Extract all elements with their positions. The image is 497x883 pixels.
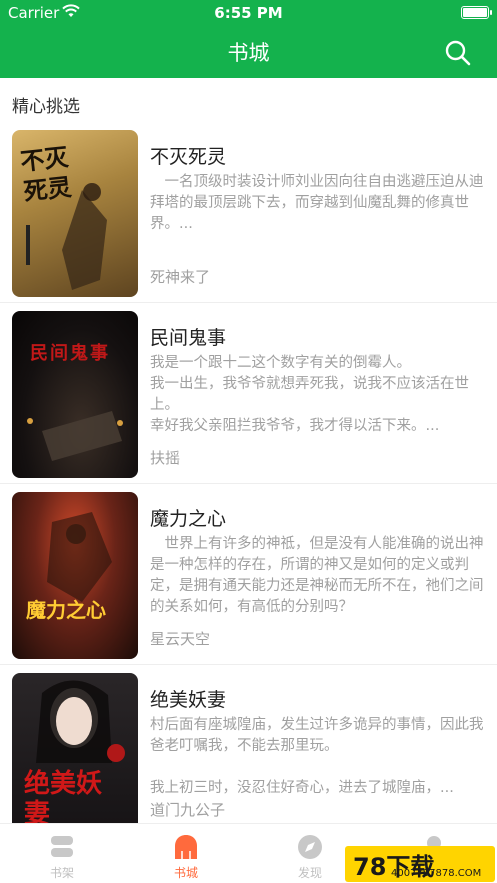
bookshelf-icon	[51, 836, 73, 857]
section-title: 精心挑选	[12, 97, 80, 117]
book-item[interactable]: 不灭死灵 不灭死灵 一名顶级时装设计师刘业因向往自由逃避压迫从迪拜塔的最顶层跳下…	[0, 122, 497, 303]
search-icon[interactable]	[443, 38, 473, 68]
book-item[interactable]: 魔力之心 魔力之心 世界上有许多的神祗，但是没有人能准确的说出神是一种怎样的存在…	[0, 484, 497, 665]
tab-bookshelf[interactable]: 书架	[0, 824, 124, 883]
book-item[interactable]: 绝美妖妻 绝美妖妻 村后面有座城隍庙，发生过许多诡异的事情，因此我爸老叮嘱我，不…	[0, 665, 497, 846]
book-title: 民间鬼事	[150, 327, 227, 349]
book-cover[interactable]: 不灭死灵	[12, 130, 138, 297]
book-author: 道门九公子	[150, 801, 226, 819]
book-list: 不灭死灵 不灭死灵 一名顶级时装设计师刘业因向往自由逃避压迫从迪拜塔的最顶层跳下…	[0, 122, 497, 846]
book-cover[interactable]: 魔力之心	[12, 492, 138, 659]
cover-title: 魔力之心	[26, 598, 106, 622]
book-description: 世界上有许多的神祗，但是没有人能准确的说出神是一种怎样的存在，所谓的神又是如何的…	[150, 536, 484, 615]
book-description: 村后面有座城隍庙，发生过许多诡异的事情，因此我爸老叮嘱我，不能去那里玩。 我上初…	[150, 717, 484, 796]
tab-label: 书城	[173, 866, 198, 880]
book-author: 星云天空	[150, 630, 211, 648]
book-cover[interactable]: 民间鬼事	[12, 311, 138, 478]
book-cover[interactable]: 绝美妖妻	[12, 673, 138, 840]
cover-title: 绝美妖妻	[24, 769, 103, 829]
book-author: 死神来了	[150, 268, 211, 286]
book-author: 扶摇	[150, 449, 181, 467]
discover-icon	[298, 835, 322, 859]
book-description: 一名顶级时装设计师刘业因向往自由逃避压迫从迪拜塔的最顶层跳下去，而穿越到仙魔乱舞…	[150, 174, 484, 232]
cover-title: 不灭死灵	[19, 142, 73, 206]
nav-bar: 书城	[0, 26, 497, 78]
status-time: 6:55 PM	[214, 4, 283, 22]
watermark-logo: 78下载 4007787878.COM	[345, 846, 495, 882]
book-item[interactable]: 民间鬼事 民间鬼事 我是一个跟十二这个数字有关的倒霉人。 我一出生，我爷爷就想弄…	[0, 303, 497, 484]
book-title: 魔力之心	[150, 508, 227, 530]
book-title: 绝美妖妻	[150, 689, 227, 711]
cover-title: 民间鬼事	[30, 343, 110, 364]
tab-bookstore[interactable]: 书城	[124, 824, 248, 883]
page-title: 书城	[227, 41, 270, 65]
book-title: 不灭死灵	[150, 146, 227, 168]
tab-label: 书架	[49, 866, 74, 880]
watermark-url: 4007787878.COM	[391, 868, 482, 879]
battery-icon	[461, 6, 489, 19]
bookstore-icon	[175, 835, 197, 859]
status-bar: Carrier 6:55 PM	[0, 0, 497, 26]
book-description: 我是一个跟十二这个数字有关的倒霉人。 我一出生，我爷爷就想弄死我，说我不应该活在…	[150, 355, 469, 434]
